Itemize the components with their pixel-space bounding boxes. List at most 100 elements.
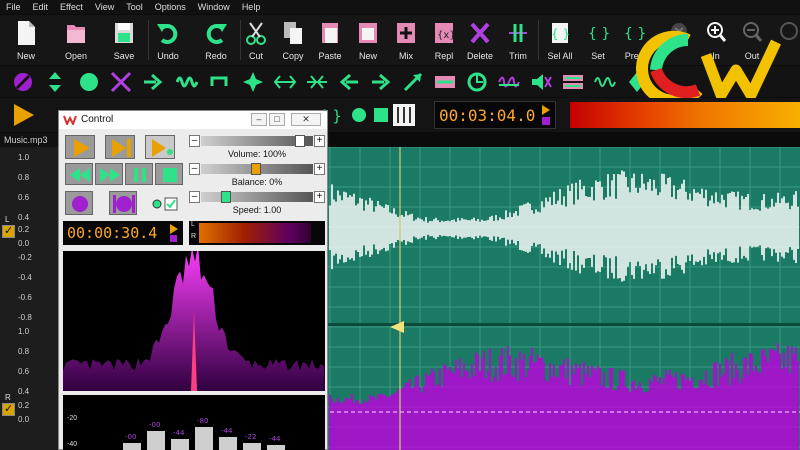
new-button[interactable]: New [6,18,46,64]
open-folder-icon [67,25,85,43]
save-button[interactable]: Save [104,18,144,64]
right-channel-checkbox[interactable] [2,402,15,416]
speed-thumb[interactable] [221,191,231,203]
loop-toggle-icon[interactable] [151,197,179,211]
analyzer-bar-label: -00 [125,433,136,441]
ruler-tick: 0.8 [18,347,30,356]
menu-file[interactable]: File [6,2,21,12]
rewind-button[interactable] [65,163,93,185]
pause-button[interactable] [125,163,153,185]
mute-icon[interactable] [530,71,552,93]
fast-forward-button[interactable] [95,163,123,185]
green-circle-icon[interactable] [78,71,100,93]
file-tab[interactable]: Music.mp3 [4,135,48,145]
bar-analyzer-canvas: -00 -00 -44 -80 -44 -22 -44 [123,417,285,450]
left-channel-checkbox[interactable] [2,224,15,238]
right-channel-label: R [5,393,11,402]
analyzer-bar [267,445,285,450]
delete-x-icon [470,22,490,44]
control-title-bar[interactable]: Control – □ ✕ [59,111,327,129]
ruler-tick: -0.4 [18,273,32,282]
analyzer-bar-label: -44 [269,435,281,443]
restore-button[interactable]: □ [269,113,285,126]
loop-icon[interactable] [208,71,230,93]
trim-icon [509,24,527,42]
volume-increase-button[interactable]: + [314,135,325,147]
menu-window[interactable]: Window [198,2,230,12]
rewind-icon [70,168,90,182]
menu-help[interactable]: Help [242,2,261,12]
speed-track[interactable] [201,192,313,202]
volume-label: Volume: 100% [227,149,287,159]
pause-icon [134,168,146,182]
redo-button[interactable]: Redo [196,18,236,64]
levels-icon[interactable] [562,71,584,93]
minimize-button[interactable]: – [251,113,267,126]
fade-cross-icon[interactable] [110,71,132,93]
play-to-end-icon [112,139,131,157]
play-icon [74,139,90,157]
ruler-tick: 0.8 [18,173,30,182]
record-stop-button[interactable] [109,191,137,215]
ruler-tick: 1.0 [18,327,30,336]
record-button[interactable] [65,191,93,215]
ruler-tick: 0.6 [18,193,30,202]
volume-slider[interactable]: – + [189,135,325,147]
spark-icon[interactable] [242,71,264,93]
vertical-arrows-icon[interactable] [44,71,66,93]
stop-button[interactable] [155,163,183,185]
analyzer-bar [243,443,261,450]
record-toggle-icon[interactable] [350,106,368,124]
menu-edit[interactable]: Edit [33,2,49,12]
speed-increase-button[interactable]: + [314,191,325,203]
balance-increase-button[interactable]: + [314,163,325,175]
speed-decrease-button[interactable]: – [189,191,200,203]
analyzer-bar [195,427,213,450]
balance-thumb[interactable] [251,163,261,175]
analyzer-bar-label: -80 [197,417,208,425]
equalizer-icon[interactable] [434,71,456,93]
volume-decrease-button[interactable]: – [189,135,200,147]
close-button[interactable]: ✕ [291,113,321,126]
open-button[interactable]: Open [56,18,96,64]
balance-slider[interactable]: – + [189,163,325,175]
menu-effect[interactable]: Effect [60,2,83,12]
time-display-arrows-icon[interactable] [540,104,552,126]
expand-icon[interactable] [274,71,296,93]
arrow-right-2-icon[interactable] [370,71,392,93]
frequency-icon[interactable] [594,71,616,93]
menu-options[interactable]: Options [155,2,186,12]
arrow-left-icon[interactable] [338,71,360,93]
play-to-end-button[interactable] [105,135,135,159]
menu-tool[interactable]: Tool [126,2,143,12]
pitch-up-icon[interactable] [402,71,424,93]
noise-icon[interactable] [498,71,520,93]
mixer-panel-icon[interactable] [392,103,416,127]
playhead-marker-icon[interactable] [390,321,404,333]
grid-toggle-icon[interactable] [372,106,390,124]
speed-slider[interactable]: – + [189,191,325,203]
main-time-display: 00:03:04.0 [434,101,556,129]
wave-effect-icon[interactable] [176,71,198,93]
undo-button[interactable]: Undo [148,18,188,64]
play-icon[interactable] [10,102,38,128]
stop-record-icon[interactable] [12,71,34,93]
paste-clipboard-icon [322,23,338,43]
ruler-tick: -0.2 [18,253,32,262]
compress-icon[interactable] [306,71,328,93]
menu-view[interactable]: View [95,2,114,12]
play-from-cursor-button[interactable] [145,135,175,159]
control-time-arrows-icon[interactable] [169,223,181,243]
arrow-right-icon[interactable] [142,71,164,93]
trim-button[interactable]: Trim [498,18,538,64]
play-button[interactable] [65,135,95,159]
left-channel-label: L [5,215,10,224]
spectrum-canvas [63,251,325,391]
control-time-display: 00:00:30.4 [63,221,183,245]
record-stop-icon [113,195,135,213]
volume-thumb[interactable] [295,135,305,147]
sync-icon[interactable] [466,71,488,93]
analyzer-bar-label: -22 [245,433,256,441]
undo-icon [157,24,178,44]
balance-decrease-button[interactable]: – [189,163,200,175]
